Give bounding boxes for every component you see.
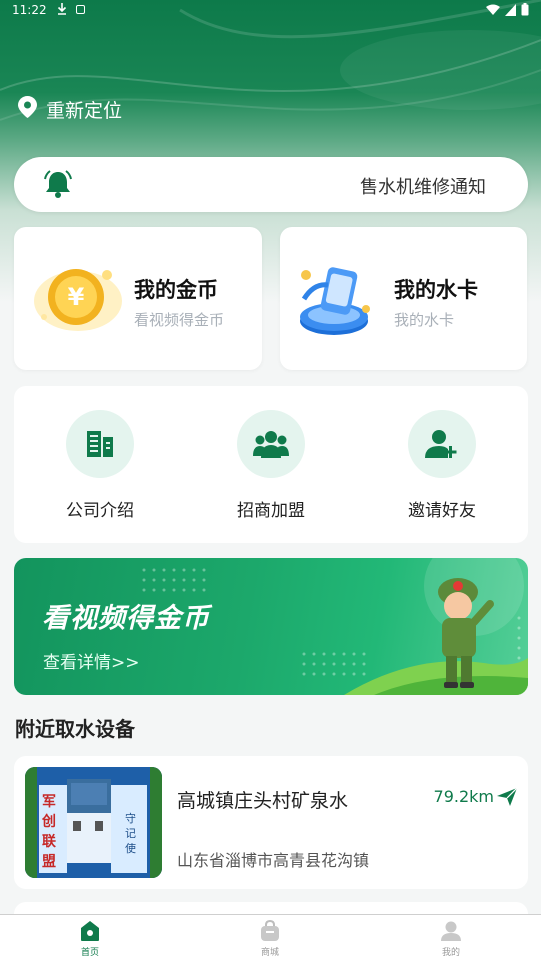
tab-mall-label: 商城	[260, 948, 279, 958]
banner-title: 看视频得金币	[42, 603, 210, 634]
notice-bar[interactable]: 售水机维修通知	[14, 157, 528, 212]
relocate-button[interactable]: 重新定位	[18, 96, 122, 123]
tab-home-label: 首页	[80, 948, 99, 958]
signal-icon	[505, 3, 516, 16]
my-water-card-subtitle: 我的水卡	[394, 311, 455, 329]
status-time: 11:22	[12, 3, 47, 17]
battery-icon	[521, 3, 529, 16]
device-list-item[interactable]: 守 记 使 军 创 联 盟 高城镇庄头村矿泉水 79.2km 山东省淄博市高青县…	[14, 756, 528, 889]
tab-home[interactable]: 首页	[60, 920, 120, 958]
quick-menu: 公司介绍 招商加盟 邀请好友	[14, 386, 528, 543]
bottom-tab-bar: 首页 商城 我的	[0, 914, 541, 961]
building-icon	[66, 410, 134, 478]
group-icon	[237, 410, 305, 478]
tab-mine-label: 我的	[441, 948, 460, 958]
my-coins-title: 我的金币	[134, 278, 218, 302]
navigate-send-icon[interactable]	[497, 787, 518, 810]
thumb-char-2: 创	[42, 814, 56, 830]
device-name: 高城镇庄头村矿泉水	[177, 790, 349, 812]
thumb-char-4: 盟	[42, 854, 56, 870]
my-coins-subtitle: 看视频得金币	[134, 311, 225, 329]
device-distance: 79.2km	[433, 787, 494, 806]
wifi-icon	[486, 4, 500, 15]
user-icon	[440, 920, 462, 942]
home-icon	[79, 920, 101, 942]
svg-text:¥: ¥	[68, 283, 85, 311]
nearby-devices-heading: 附近取水设备	[15, 717, 135, 741]
watch-video-banner[interactable]: 看视频得金币 查看详情>>	[14, 558, 528, 695]
bell-icon	[42, 169, 74, 203]
gold-coin-icon: ¥	[32, 257, 124, 343]
my-coins-card[interactable]: ¥ 我的金币 看视频得金币	[14, 227, 262, 370]
menu-label-company-intro: 公司介绍	[66, 501, 134, 521]
add-user-icon	[408, 410, 476, 478]
notification-app-icon	[76, 5, 85, 14]
menu-label-franchise: 招商加盟	[237, 501, 305, 521]
thumb-char-3: 联	[42, 834, 56, 850]
relocate-label: 重新定位	[46, 100, 123, 122]
thumb-char-1: 军	[42, 794, 56, 810]
menu-item-franchise[interactable]: 招商加盟	[211, 410, 331, 521]
soldier-illustration	[438, 578, 494, 688]
menu-label-invite-friends: 邀请好友	[408, 501, 476, 521]
tab-mall[interactable]: 商城	[240, 919, 300, 958]
menu-item-company-intro[interactable]: 公司介绍	[40, 410, 160, 521]
download-icon	[56, 2, 68, 19]
svg-text:记: 记	[125, 827, 136, 840]
menu-item-invite-friends[interactable]: 邀请好友	[382, 410, 502, 521]
svg-text:守: 守	[125, 811, 136, 825]
notice-text: 售水机维修通知	[360, 177, 486, 198]
my-water-card-title: 我的水卡	[394, 278, 478, 302]
water-card-icon	[294, 263, 378, 347]
location-pin-icon	[18, 96, 37, 123]
device-address: 山东省淄博市高青县花沟镇	[177, 851, 370, 870]
status-bar: 11:22	[0, 0, 541, 22]
svg-text:使: 使	[125, 842, 136, 855]
banner-view-details-link[interactable]: 查看详情>>	[43, 648, 140, 673]
tab-mine[interactable]: 我的	[421, 920, 481, 958]
status-icons	[486, 3, 529, 16]
device-thumbnail: 守 记 使 军 创 联 盟	[25, 767, 162, 878]
my-water-card-card[interactable]: 我的水卡 我的水卡	[280, 227, 527, 370]
shopping-bag-icon	[259, 919, 281, 942]
